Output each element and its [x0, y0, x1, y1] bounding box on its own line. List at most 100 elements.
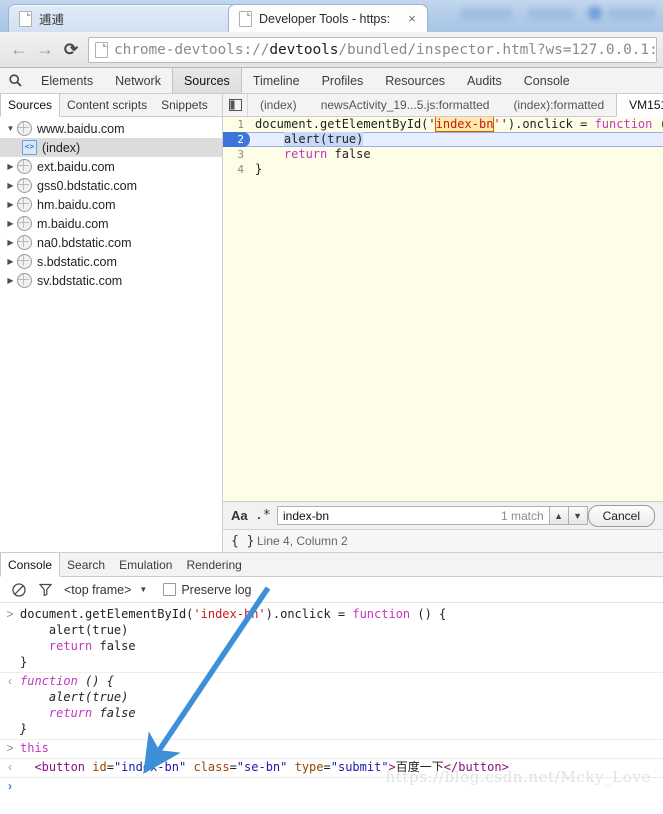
- tab-profiles[interactable]: Profiles: [311, 68, 375, 93]
- browser-tab-strip: 逋逋 × Developer Tools - https: ×: [0, 0, 663, 32]
- address-bar[interactable]: chrome-devtools://devtools/bundled/inspe…: [88, 36, 657, 63]
- console-entry-output[interactable]: ‹ function () { alert(true) return false…: [0, 673, 663, 737]
- find-match-count: 1 match: [500, 508, 544, 523]
- chevron-right-icon[interactable]: ▶: [4, 200, 17, 209]
- tree-item-label: sv.bdstatic.com: [37, 273, 123, 288]
- execution-context-label: <top frame>: [64, 582, 132, 597]
- tab-timeline[interactable]: Timeline: [242, 68, 311, 93]
- input-marker-icon: >: [6, 607, 14, 621]
- reload-icon[interactable]: ⟳: [58, 37, 84, 63]
- chevron-right-icon[interactable]: ▶: [4, 276, 17, 285]
- code-line[interactable]: 3 return false: [223, 147, 663, 162]
- tab-network[interactable]: Network: [104, 68, 172, 93]
- chrome-browser-window: 逋逋 × Developer Tools - https: × ← → ⟳ ch…: [0, 0, 663, 814]
- devtools-panel-tabbar: Elements Network Sources Timeline Profil…: [0, 68, 663, 94]
- find-input[interactable]: index-bn 1 match: [277, 506, 550, 525]
- find-next-icon[interactable]: ▼: [568, 506, 588, 525]
- line-number: 3: [237, 148, 244, 161]
- page-info-icon[interactable]: [95, 41, 108, 58]
- line-number: 2: [223, 132, 250, 147]
- drawer-tab-rendering[interactable]: Rendering: [179, 553, 248, 576]
- show-navigator-icon[interactable]: [223, 94, 248, 116]
- chevron-right-icon[interactable]: ▶: [4, 162, 17, 171]
- match-case-button[interactable]: Aa: [231, 508, 255, 523]
- subtab-snippets[interactable]: Snippets: [154, 94, 215, 116]
- cursor-position-label: Line 4, Column 2: [257, 534, 348, 548]
- globe-icon: [17, 178, 32, 193]
- subtab-sources[interactable]: Sources: [0, 94, 61, 117]
- code-line-active[interactable]: 2 alert(true): [223, 132, 663, 147]
- page-favicon-icon: [239, 10, 252, 27]
- execution-context-selector[interactable]: <top frame> ▼: [64, 583, 147, 597]
- chevron-down-icon: ▼: [139, 585, 148, 594]
- drawer-tabbar: Console Search Emulation Rendering: [0, 553, 663, 577]
- drawer-tab-search[interactable]: Search: [60, 553, 112, 576]
- find-prev-icon[interactable]: ▲: [549, 506, 569, 525]
- editor-tab-vm151[interactable]: VM151: [616, 94, 663, 117]
- tree-item-domain[interactable]: ▶ gss0.bdstatic.com: [0, 176, 222, 195]
- search-icon[interactable]: [0, 68, 30, 93]
- tab-resources[interactable]: Resources: [374, 68, 456, 93]
- tab-elements[interactable]: Elements: [30, 68, 104, 93]
- drawer-tab-emulation[interactable]: Emulation: [112, 553, 179, 576]
- console-prompt-input[interactable]: [20, 778, 663, 794]
- code-line[interactable]: 1 document.getElementById('index-bn'').o…: [223, 117, 663, 132]
- search-match-highlight: index-bn: [434, 117, 495, 132]
- editor-tab-index[interactable]: (index): [248, 94, 309, 116]
- tree-item-domain[interactable]: ▶ s.bdstatic.com: [0, 252, 222, 271]
- filter-icon[interactable]: [32, 583, 58, 596]
- tree-item-label: gss0.bdstatic.com: [37, 178, 138, 193]
- tab-console[interactable]: Console: [513, 68, 581, 93]
- pretty-print-icon[interactable]: { }: [231, 534, 257, 549]
- code-text: alert(true): [283, 132, 364, 146]
- tree-item-domain[interactable]: ▶ ext.baidu.com: [0, 157, 222, 176]
- code-line[interactable]: 4 }: [223, 162, 663, 177]
- console-entry-input[interactable]: > document.getElementById('index-bn').on…: [0, 606, 663, 670]
- tree-item-domain[interactable]: ▶ hm.baidu.com: [0, 195, 222, 214]
- editor-tab-index-formatted[interactable]: (index):formatted: [501, 94, 616, 116]
- chevron-right-icon[interactable]: ▶: [4, 181, 17, 190]
- code-text: }: [255, 162, 263, 176]
- find-cancel-button[interactable]: Cancel: [587, 504, 655, 527]
- console-entry-text: document.getElementById('index-bn').oncl…: [20, 607, 447, 669]
- tree-item-label: m.baidu.com: [37, 216, 109, 231]
- tab-audits[interactable]: Audits: [456, 68, 513, 93]
- console-entry-input[interactable]: > this: [0, 740, 663, 756]
- file-tree: ▼ www.baidu.com <> (index) ▶ ext.baidu.c…: [0, 117, 222, 552]
- tree-item-domain[interactable]: ▼ www.baidu.com: [0, 119, 222, 138]
- globe-icon: [17, 254, 32, 269]
- tree-item-domain[interactable]: ▶ na0.bdstatic.com: [0, 233, 222, 252]
- console-message-list[interactable]: > document.getElementById('index-bn').on…: [0, 603, 663, 794]
- browser-tab-1[interactable]: Developer Tools - https: ×: [228, 4, 428, 32]
- close-icon[interactable]: ×: [403, 12, 421, 25]
- sources-panel: Sources Content scripts Snippets ▼ www.b…: [0, 94, 663, 553]
- editor-tab-newsactivity[interactable]: newsActivity_19...5.js:formatted: [309, 94, 502, 116]
- tree-item-label: na0.bdstatic.com: [37, 235, 132, 250]
- drawer-tab-console[interactable]: Console: [0, 553, 61, 577]
- console-toolbar: <top frame> ▼ Preserve log: [0, 577, 663, 603]
- console-entry-output-element[interactable]: ‹ <button id="index-bn" class="se-bn" ty…: [0, 759, 663, 775]
- preserve-log-checkbox[interactable]: [163, 583, 177, 596]
- chevron-right-icon[interactable]: ▶: [4, 238, 17, 247]
- tree-item-domain[interactable]: ▶ sv.bdstatic.com: [0, 271, 222, 290]
- chevron-down-icon[interactable]: ▼: [4, 124, 17, 133]
- globe-icon: [17, 216, 32, 231]
- source-editor-pane: (index) newsActivity_19...5.js:formatted…: [223, 94, 663, 552]
- navigator-subtabbar: Sources Content scripts Snippets: [0, 94, 222, 117]
- clear-console-icon[interactable]: [6, 582, 32, 597]
- tab-sources[interactable]: Sources: [171, 68, 242, 93]
- console-entry-text: <button id="index-bn" class="se-bn" type…: [34, 760, 509, 774]
- code-editor[interactable]: 1 document.getElementById('index-bn'').o…: [223, 117, 663, 501]
- tree-item-file-index[interactable]: <> (index): [0, 138, 222, 157]
- console-prompt[interactable]: ›: [0, 778, 663, 794]
- chevron-right-icon[interactable]: ▶: [4, 219, 17, 228]
- preserve-log-label: Preserve log: [181, 582, 252, 597]
- back-icon[interactable]: ←: [6, 37, 32, 63]
- browser-toolbar: ← → ⟳ chrome-devtools://devtools/bundled…: [0, 32, 663, 68]
- forward-icon[interactable]: →: [32, 37, 58, 63]
- subtab-content-scripts[interactable]: Content scripts: [60, 94, 154, 116]
- regex-button[interactable]: .*: [255, 508, 277, 523]
- tree-item-domain[interactable]: ▶ m.baidu.com: [0, 214, 222, 233]
- chevron-right-icon[interactable]: ▶: [4, 257, 17, 266]
- tree-item-label: s.bdstatic.com: [37, 254, 117, 269]
